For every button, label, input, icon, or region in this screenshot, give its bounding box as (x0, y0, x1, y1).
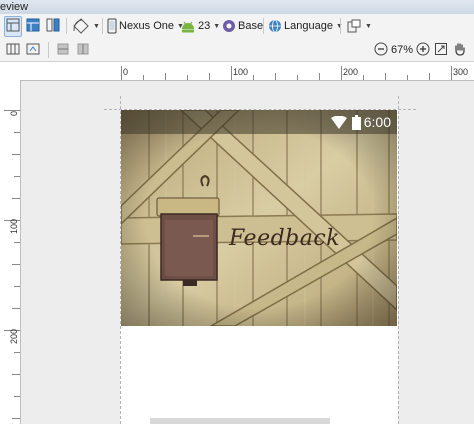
status-time: 6:00 (363, 114, 391, 130)
chevron-down-icon: ▼ (213, 22, 221, 30)
layout-variants-button[interactable]: ▼ (346, 16, 372, 36)
toolbar-separator (66, 18, 67, 34)
ruler-label: 200 (343, 67, 359, 77)
panel-toggle-group (4, 40, 42, 60)
chevron-down-icon: ▼ (93, 22, 100, 30)
design-view-icon (6, 18, 20, 31)
zoom-in-button[interactable] (415, 41, 431, 60)
align-icon (77, 43, 89, 54)
toolbar-separator (102, 18, 103, 34)
theme-icon (223, 20, 235, 32)
battery-icon (352, 115, 361, 130)
alignment-group (54, 40, 92, 60)
blueprint-view-icon (26, 18, 40, 31)
layout-guides-button[interactable] (24, 40, 42, 61)
design-view-button[interactable] (4, 15, 22, 37)
orientation-button[interactable]: ▼ (72, 16, 100, 36)
chevron-down-icon: ▼ (365, 22, 372, 30)
toolbar-separator (48, 42, 49, 58)
align-button[interactable] (74, 40, 92, 61)
ruler-label: 100 (9, 218, 19, 234)
layout-variants-icon (347, 19, 361, 33)
zoom-level: 67% (391, 44, 414, 56)
orientation-icon (73, 18, 89, 34)
window-title: eview (0, 1, 29, 13)
layout-guides-icon (26, 43, 40, 54)
toolbar-separator (340, 18, 341, 34)
blueprint-view-button[interactable] (24, 16, 42, 37)
canvas-toolbar: 67% (0, 38, 474, 62)
wifi-icon (331, 116, 347, 129)
both-views-button[interactable] (44, 16, 62, 37)
ruler-label: 200 (9, 328, 19, 344)
vertical-ruler-ticks (4, 110, 20, 419)
language-label: Language (284, 20, 333, 32)
zoom-out-button[interactable] (373, 41, 389, 60)
api-level-selector[interactable]: 23 ▼ (180, 16, 220, 36)
android-icon (182, 21, 194, 33)
split-view-icon (46, 18, 60, 31)
feedback-text: Feedback (229, 226, 341, 251)
language-selector[interactable]: Language ▼ (268, 16, 343, 36)
panel-toggle-icon (6, 43, 20, 54)
wooden-door-mailbox-image (121, 110, 397, 326)
feedback-image-view[interactable]: 6:00 Feedback (121, 110, 397, 326)
palette-toggle-button[interactable] (4, 40, 22, 61)
pan-button[interactable] (451, 40, 469, 61)
phone-icon (107, 18, 117, 34)
view-mode-group (4, 15, 62, 37)
distribute-icon (57, 43, 69, 54)
hand-icon (455, 42, 465, 56)
theme-selector[interactable]: Base (222, 16, 263, 36)
horizontal-ruler: 0 100 200 300 (0, 62, 474, 81)
ruler-label: 100 (233, 67, 249, 77)
horizontal-scrollbar[interactable] (150, 418, 330, 424)
distribute-button[interactable] (54, 40, 72, 61)
device-bounds-right (398, 96, 399, 424)
zoom-to-fit-button[interactable] (433, 41, 449, 60)
zoom-in-icon (416, 42, 430, 55)
toolbar-separator (263, 18, 264, 34)
zoom-to-fit-icon (435, 42, 448, 55)
ruler-label: 300 (453, 67, 469, 77)
window-titlebar: eview (0, 0, 474, 15)
status-bar: 6:00 (121, 110, 397, 134)
api-level-label: 23 (198, 20, 211, 32)
design-toolbar: ▼ Nexus One ▼ 23 ▼ Base Language ▼ ▼ (0, 14, 474, 39)
zoom-controls: 67% (373, 40, 469, 60)
theme-label: Base (238, 20, 264, 32)
ruler-label: 0 (123, 67, 129, 77)
ruler-label: 0 (9, 110, 19, 116)
vertical-ruler: 0 100 200 (0, 80, 21, 424)
device-label: Nexus One (119, 20, 175, 32)
device-selector[interactable]: Nexus One ▼ (107, 16, 184, 36)
zoom-out-icon (374, 42, 388, 55)
globe-icon (269, 19, 281, 33)
